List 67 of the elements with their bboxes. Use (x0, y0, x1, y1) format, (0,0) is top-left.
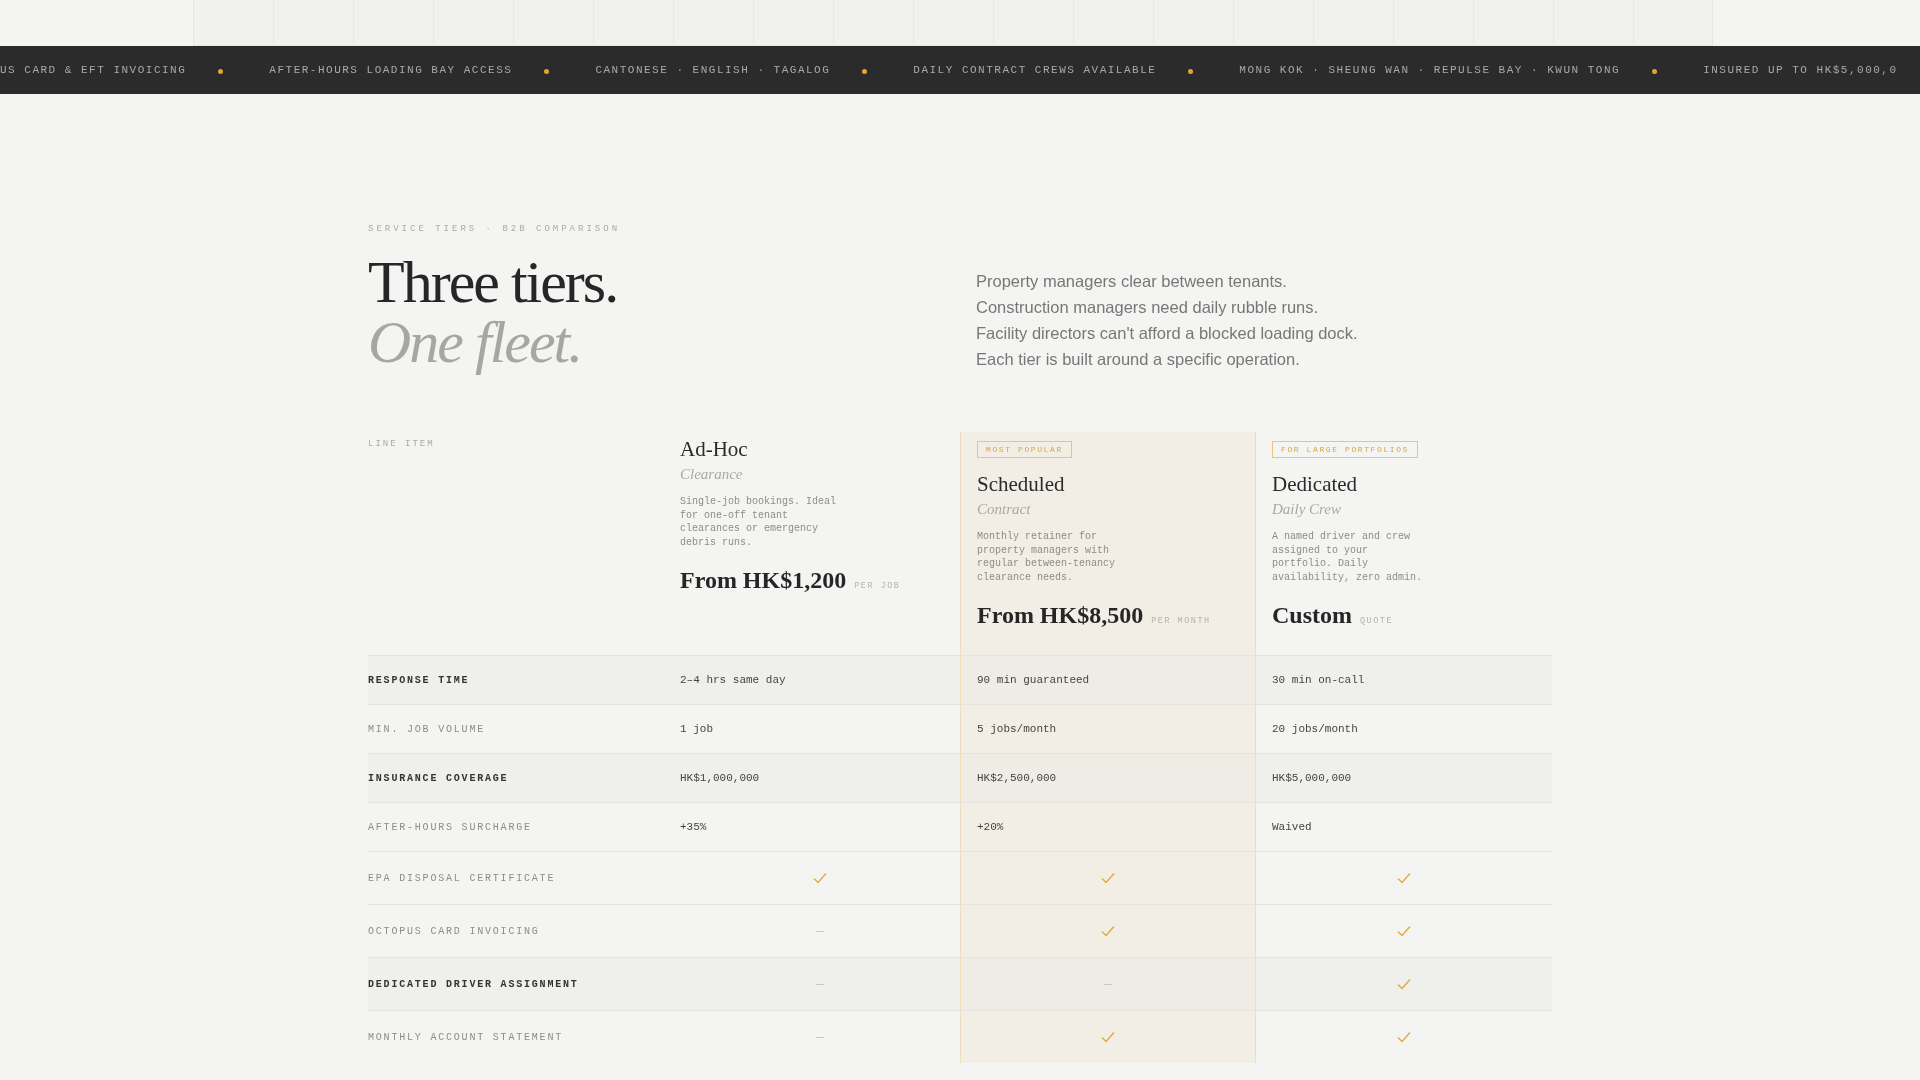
price-unit: PER MONTH (1151, 616, 1211, 626)
table-cell: +35% (680, 821, 707, 833)
price-unit: PER JOB (854, 581, 901, 591)
eyebrow-label: SERVICE TIERS · B2B COMPARISON (368, 224, 622, 234)
price-unit: QUOTE (1360, 616, 1394, 626)
dot-icon (218, 68, 224, 74)
ticker-text: AFTER-HOURS LOADING BAY ACCESS (269, 64, 513, 76)
row-label: OCTOPUS CARD INVOICING (368, 925, 540, 937)
ticker-text: DAILY CONTRACT CREWS AVAILABLE (913, 64, 1157, 76)
table-cell: Waived (1272, 821, 1312, 833)
dot-icon (862, 68, 868, 74)
table-cell: 20 jobs/month (1272, 723, 1358, 735)
tier-badge: FOR LARGE PORTFOLIOS (1272, 441, 1418, 458)
tier-subtitle: Clearance (680, 466, 744, 483)
tier-price: From HK$8,500 (977, 602, 1144, 629)
tier-subtitle: Contract (977, 501, 1032, 518)
check-icon (813, 872, 827, 884)
ticker-text: US CARD & EFT INVOICING (0, 64, 187, 76)
ticker-text: CANTONESE · ENGLISH · TAGALOG (595, 64, 831, 76)
row-label: DEDICATED DRIVER ASSIGNMENT (368, 978, 579, 990)
tier-description: A named driver and crew assigned to your portfolio. Daily availability, zero admin. (1272, 530, 1424, 584)
row-label: MIN. JOB VOLUME (368, 723, 485, 735)
table-cell: 30 min on-call (1272, 674, 1365, 686)
check-icon (1397, 872, 1411, 884)
row-label: INSURANCE COVERAGE (368, 772, 509, 784)
check-icon (1101, 872, 1115, 884)
tier-name: Dedicated (1272, 472, 1359, 497)
dot-icon (544, 68, 550, 74)
heading: Three tiers. (368, 252, 619, 312)
table-cell: 90 min guaranteed (977, 674, 1090, 686)
intro-text: Property managers clear between tenants. (976, 271, 1288, 292)
table-cell: HK$2,500,000 (977, 772, 1057, 784)
row-label: AFTER-HOURS SURCHARGE (368, 821, 532, 833)
intro-text: Construction managers need daily rubble runs. (976, 297, 1320, 318)
dash-icon (816, 930, 824, 932)
row-label: MONTHLY ACCOUNT STATEMENT (368, 1031, 564, 1043)
tier-description: Monthly retainer for property managers with regular between-tenancy clearance needs. (977, 530, 1117, 584)
tier-description: Single-job bookings. Ideal for one-off tenant clearances or emergency debris runs. (680, 495, 838, 549)
table-cell: 1 job (680, 723, 713, 735)
tier-name: Ad-Hoc (680, 437, 749, 462)
ticker-text: MONG KOK · SHEUNG WAN · REPULSE BAY · KWUN TONG (1239, 64, 1621, 76)
check-icon (1101, 925, 1115, 937)
row-label: RESPONSE TIME (368, 674, 470, 686)
check-icon (1397, 1031, 1411, 1043)
tier-price: Custom (1272, 602, 1352, 629)
table-cell: HK$1,000,000 (680, 772, 760, 784)
table-cell: 5 jobs/month (977, 723, 1057, 735)
dot-icon (1652, 68, 1658, 74)
dash-icon (816, 983, 824, 985)
tier-subtitle: Daily Crew (1272, 501, 1343, 518)
intro-text: Each tier is built around a specific operation. (976, 349, 1301, 370)
tier-name: Scheduled (977, 472, 1066, 497)
tier-price: From HK$1,200 (680, 567, 847, 594)
table-cell: HK$5,000,000 (1272, 772, 1352, 784)
ticker-text: INSURED UP TO HK$5,000,0 (1703, 64, 1898, 76)
row-label: EPA DISPOSAL CERTIFICATE (368, 872, 556, 884)
check-icon (1397, 978, 1411, 990)
dash-icon (816, 1036, 824, 1038)
dot-icon (1188, 68, 1194, 74)
check-icon (1397, 925, 1411, 937)
dash-icon (1104, 983, 1112, 985)
intro-text: Facility directors can't afford a blocked loading dock. (976, 323, 1358, 344)
column-label: LINE ITEM (368, 439, 435, 449)
table-cell: +20% (977, 821, 1004, 833)
check-icon (1101, 1031, 1115, 1043)
table-cell: 2–4 hrs same day (680, 674, 786, 686)
tier-badge: MOST POPULAR (977, 441, 1072, 458)
